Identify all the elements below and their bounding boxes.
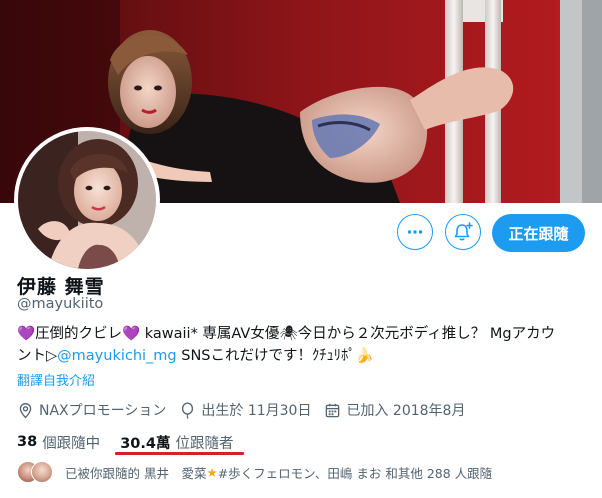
location-text: NAXプロモーション [39, 403, 167, 419]
bio-text: 今日から２次元ボディ推し？ Mgアカウ [297, 326, 556, 342]
joined-item: 已加入 2018年8月 [324, 400, 465, 420]
user-handle: @mayukiito [17, 296, 104, 312]
bio-mention-link[interactable]: @mayukichi_mg [57, 348, 176, 364]
translate-bio-link[interactable]: 翻譯自我介紹 [17, 370, 95, 389]
joined-text: 已加入 2018年8月 [346, 403, 466, 419]
purple-heart-emoji: 💜 [17, 326, 36, 342]
more-options-button[interactable] [397, 214, 433, 250]
location-item: NAXプロモーション [17, 400, 166, 420]
bell-plus-icon [454, 222, 473, 241]
bio-text: kawaii* 専属AV女優 [140, 326, 280, 342]
birthday-text: 出生於 11月30日 [201, 403, 312, 419]
following-label: 個跟隨中 [42, 435, 101, 452]
avatar-image [18, 131, 156, 269]
profile-bio: 💜圧倒的クビレ💜 kawaii* 専属AV女優🕷今日から２次元ボディ推し？ Mg… [17, 323, 577, 367]
location-pin-icon [19, 402, 32, 418]
calendar-icon [326, 403, 340, 417]
balloon-icon [182, 401, 194, 419]
display-name: 伊藤 舞雪 [17, 276, 105, 298]
mutual-avatars [17, 461, 57, 483]
followed-by-text: 已被你跟隨的 黒井 愛菜 [65, 465, 207, 481]
followers-count: 30.4萬 [120, 435, 171, 452]
followed-by-row[interactable]: 已被你跟隨的 黒井 愛菜 ★ #歩くフェロモン、田嶋 まお 和其他 288 人跟隨 [17, 461, 492, 483]
profile-meta: NAXプロモーション 出生於 11月30日 已加入 2018年8月 [17, 400, 478, 420]
bio-line-1: 💜圧倒的クビレ💜 kawaii* 専属AV女優🕷今日から２次元ボディ推し？ Mg… [17, 323, 577, 345]
notifications-button[interactable] [445, 214, 481, 250]
followers-highlight-underline [115, 452, 244, 455]
bio-text: 圧倒的クビレ [35, 326, 123, 342]
follow-counts: 38 個跟隨中 30.4萬 位跟隨者 [17, 431, 233, 453]
following-link[interactable]: 38 個跟隨中 [17, 432, 100, 453]
followers-link[interactable]: 30.4萬 位跟隨者 [120, 432, 233, 453]
profile-avatar[interactable] [14, 127, 160, 273]
more-icon [407, 230, 423, 234]
star-emoji: ★ [206, 464, 218, 480]
purple-heart-emoji: 💜 [122, 326, 141, 342]
banana-emoji: 🍌 [355, 348, 374, 364]
birthday-item: 出生於 11月30日 [179, 400, 311, 420]
following-button[interactable]: 正在跟隨 [492, 214, 585, 252]
followed-by-text: #歩くフェロモン、田嶋 まお 和其他 288 人跟隨 [217, 465, 493, 481]
bio-text: ント▷ [17, 348, 58, 364]
bio-line-2: ント▷@mayukichi_mg SNSこれだけです！ｸﾁｭﾘﾎﾟ🍌 [17, 345, 577, 367]
bio-text: SNSこれだけです！ｸﾁｭﾘﾎﾟ [176, 348, 356, 364]
spider-emoji: 🕷 [279, 326, 298, 342]
avatar [31, 461, 53, 483]
following-count: 38 [17, 434, 38, 450]
followers-label: 位跟隨者 [175, 435, 234, 452]
